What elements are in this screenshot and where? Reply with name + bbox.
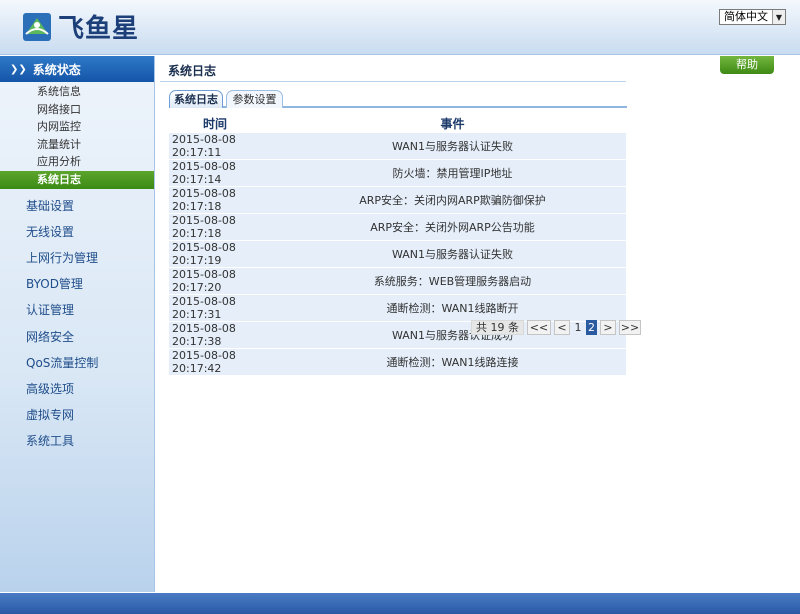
log-event: ARP安全：关闭内网ARP欺骗防御保护: [279, 186, 626, 214]
title-divider: [160, 81, 626, 82]
log-time: 2015-08-08 20:17:31: [169, 294, 279, 322]
sidebar-menu: 基础设置 无线设置 上网行为管理 BYOD管理 认证管理 网络安全 QoS流量控…: [0, 193, 154, 455]
table-row: 2015-08-08 20:17:42 通断检测：WAN1线路连接: [169, 348, 626, 376]
sidebar-subitem-system-log[interactable]: 系统日志: [0, 170, 154, 189]
sidebar-item-byod[interactable]: BYOD管理: [0, 271, 154, 297]
logo-mark-icon: [22, 12, 52, 42]
sidebar-item-network-security[interactable]: 网络安全: [0, 324, 154, 350]
pagination: 共 19 条 << < 1 2 > >>: [471, 320, 641, 335]
log-event: 通断检测：WAN1线路连接: [279, 348, 626, 376]
sidebar-section-system-status[interactable]: ❯❯ 系统状态: [0, 56, 154, 82]
sidebar-item-vpn[interactable]: 虚拟专网: [0, 402, 154, 428]
double-chevron-down-icon: ❯❯: [10, 63, 27, 75]
table-row: 2015-08-08 20:17:19 WAN1与服务器认证失败: [169, 240, 626, 268]
pagination-page-current[interactable]: 2: [586, 320, 597, 335]
sidebar-item-basic-settings[interactable]: 基础设置: [0, 193, 154, 219]
log-time: 2015-08-08 20:17:18: [169, 213, 279, 241]
table-row: 2015-08-08 20:17:14 防火墙：禁用管理IP地址: [169, 159, 626, 187]
page-title: 系统日志: [168, 64, 217, 78]
language-select[interactable]: 简体中文 ▼: [719, 9, 786, 25]
tab-system-log[interactable]: 系统日志: [169, 90, 223, 108]
sidebar-item-qos[interactable]: QoS流量控制: [0, 350, 154, 376]
log-event: ARP安全：关闭外网ARP公告功能: [279, 213, 626, 241]
sidebar-subitem-system-info[interactable]: 系统信息: [0, 83, 154, 101]
pagination-page-1[interactable]: 1: [573, 320, 583, 335]
sidebar-subitem-network-interface[interactable]: 网络接口: [0, 101, 154, 119]
column-header-event: 事件: [440, 117, 465, 131]
pagination-next-button[interactable]: >: [600, 320, 616, 335]
logo: 飞鱼星: [22, 8, 139, 45]
header: 飞鱼星 简体中文 ▼: [0, 0, 800, 55]
pagination-first-button[interactable]: <<: [527, 320, 551, 335]
sidebar-item-internet-behavior[interactable]: 上网行为管理: [0, 245, 154, 271]
footer-bar: [0, 593, 800, 614]
log-event: 防火墙：禁用管理IP地址: [279, 159, 626, 187]
tab-bar: 系统日志 参数设置: [169, 90, 627, 108]
table-row: 2015-08-08 20:17:31 通断检测：WAN1线路断开: [169, 294, 626, 322]
log-event: WAN1与服务器认证失败: [279, 133, 626, 160]
log-time: 2015-08-08 20:17:20: [169, 267, 279, 295]
column-header-time: 时间: [203, 117, 228, 131]
table-row: 2015-08-08 20:17:18 ARP安全：关闭外网ARP公告功能: [169, 213, 626, 241]
table-row: 2015-08-08 20:17:20 系统服务：WEB管理服务器启动: [169, 267, 626, 295]
log-table: 时间 事件 2015-08-08 20:17:11 WAN1与服务器认证失败 2…: [169, 114, 626, 376]
sidebar-item-advanced[interactable]: 高级选项: [0, 376, 154, 402]
log-time: 2015-08-08 20:17:42: [169, 348, 279, 376]
log-time: 2015-08-08 20:17:14: [169, 159, 279, 187]
main-content: 系统日志 帮助 系统日志 参数设置 时间 事件 2015-08-08 20:17…: [160, 56, 790, 592]
logo-text: 飞鱼星: [58, 14, 140, 44]
log-time: 2015-08-08 20:17:38: [169, 321, 279, 349]
pagination-prev-button[interactable]: <: [554, 320, 570, 335]
pagination-total: 共 19 条: [471, 320, 524, 335]
table-header-row: 时间 事件: [169, 114, 626, 133]
sidebar-submenu: 系统信息 网络接口 内网监控 流量统计 应用分析 系统日志: [0, 83, 154, 189]
log-time: 2015-08-08 20:17:19: [169, 240, 279, 268]
log-event: 通断检测：WAN1线路断开: [279, 294, 626, 322]
log-event: 系统服务：WEB管理服务器启动: [279, 267, 626, 295]
help-button[interactable]: 帮助: [720, 56, 774, 74]
chevron-down-icon[interactable]: ▼: [772, 10, 785, 24]
pagination-last-button[interactable]: >>: [619, 320, 641, 335]
sidebar-subitem-traffic-stats[interactable]: 流量统计: [0, 136, 154, 154]
sidebar-section-label: 系统状态: [32, 62, 81, 77]
log-time: 2015-08-08 20:17:18: [169, 186, 279, 214]
table-row: 2015-08-08 20:17:11 WAN1与服务器认证失败: [169, 133, 626, 160]
sidebar-subitem-lan-monitor[interactable]: 内网监控: [0, 118, 154, 136]
table-row: 2015-08-08 20:17:18 ARP安全：关闭内网ARP欺骗防御保护: [169, 186, 626, 214]
sidebar-item-system-tools[interactable]: 系统工具: [0, 428, 154, 454]
log-event: WAN1与服务器认证失败: [279, 240, 626, 268]
sidebar-subitem-app-analysis[interactable]: 应用分析: [0, 153, 154, 171]
sidebar-item-auth[interactable]: 认证管理: [0, 297, 154, 323]
sidebar: ❯❯ 系统状态 系统信息 网络接口 内网监控 流量统计 应用分析 系统日志 基础…: [0, 56, 155, 592]
language-value: 简体中文: [724, 10, 768, 23]
log-time: 2015-08-08 20:17:11: [169, 133, 279, 160]
tab-parameter-settings[interactable]: 参数设置: [226, 90, 283, 108]
sidebar-item-wireless[interactable]: 无线设置: [0, 219, 154, 245]
